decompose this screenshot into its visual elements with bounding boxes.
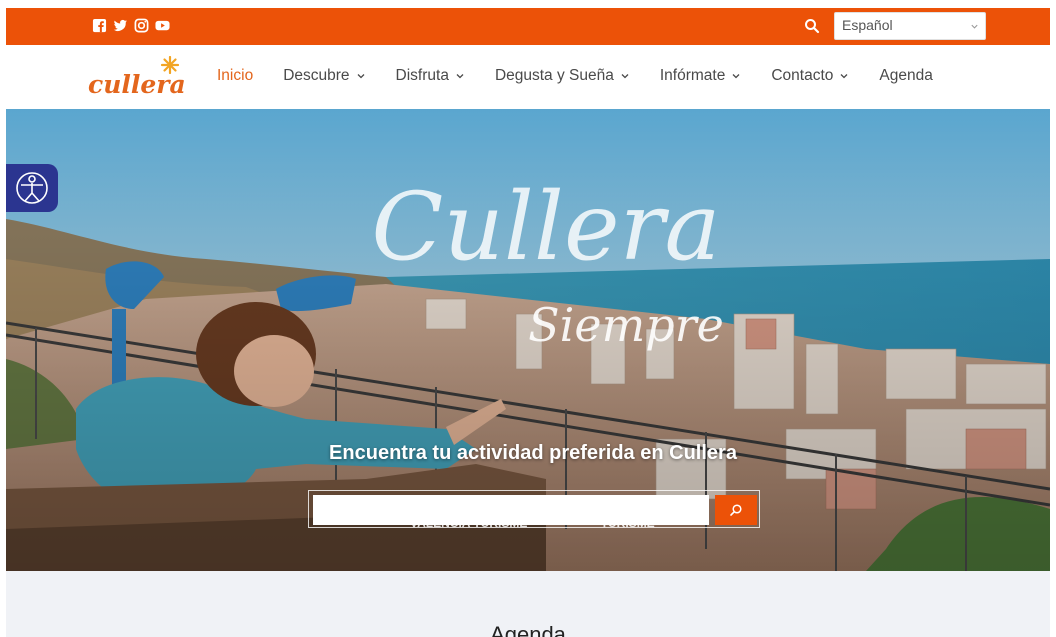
chevron-down-icon — [840, 74, 848, 79]
nav-item-disfruta[interactable]: Disfruta — [396, 67, 465, 85]
nav-item-contacto[interactable]: Contacto — [771, 67, 849, 85]
nav-item-label: Inicio — [217, 67, 254, 84]
nav-item-label: Degusta y Sueña — [494, 67, 614, 84]
nav-item-informate[interactable]: Infórmate — [660, 67, 741, 85]
social-links — [92, 18, 170, 33]
activity-search — [308, 490, 760, 528]
chevron-down-icon — [357, 74, 364, 79]
chevron-down-icon — [732, 74, 740, 79]
chevron-down-icon — [456, 74, 464, 79]
nav-item-inicio[interactable]: Inicio — [217, 67, 253, 85]
hero-heading: Encuentra tu actividad preferida en Cull… — [329, 442, 737, 464]
cullera-logo[interactable]: cullera — [88, 56, 184, 98]
nav-item-descubre[interactable]: Descubre — [283, 67, 365, 85]
nav-item-label: Disfruta — [395, 67, 449, 84]
activity-search-button[interactable] — [715, 495, 757, 525]
nav-item-label: Infórmate — [659, 67, 726, 84]
youtube-icon[interactable] — [155, 18, 170, 33]
accessibility-icon — [16, 172, 48, 204]
agenda-title: Agenda — [490, 622, 566, 637]
search-icon[interactable] — [803, 17, 821, 35]
main-nav: cullera Inicio Descubre Disfruta Degusta… — [6, 45, 1050, 109]
nav-item-label: Agenda — [879, 67, 933, 84]
language-select[interactable]: Español — [834, 12, 986, 40]
language-selected: Español — [842, 17, 893, 33]
logo-text: cullera — [88, 70, 184, 98]
nav-item-label: Contacto — [771, 67, 834, 84]
chevron-down-icon — [621, 74, 629, 79]
activity-search-input[interactable] — [313, 495, 709, 525]
accessibility-button[interactable] — [6, 164, 58, 212]
search-icon — [730, 504, 742, 516]
agenda-section: Agenda — [6, 571, 1050, 637]
instagram-icon[interactable] — [134, 18, 149, 33]
hero-script-title: Cullera — [371, 173, 720, 282]
nav-item-label: Descubre — [283, 67, 350, 84]
nav-item-agenda[interactable]: Agenda — [879, 67, 932, 85]
twitter-icon[interactable] — [113, 18, 128, 33]
chevron-down-icon — [971, 24, 978, 29]
facebook-icon[interactable] — [92, 18, 107, 33]
hero-script-subtitle: Siempre — [528, 298, 724, 352]
nav-menu: Inicio Descubre Disfruta Degusta y Sueña… — [217, 67, 933, 85]
nav-item-degusta[interactable]: Degusta y Sueña — [495, 67, 630, 85]
top-bar: Español — [6, 8, 1050, 45]
